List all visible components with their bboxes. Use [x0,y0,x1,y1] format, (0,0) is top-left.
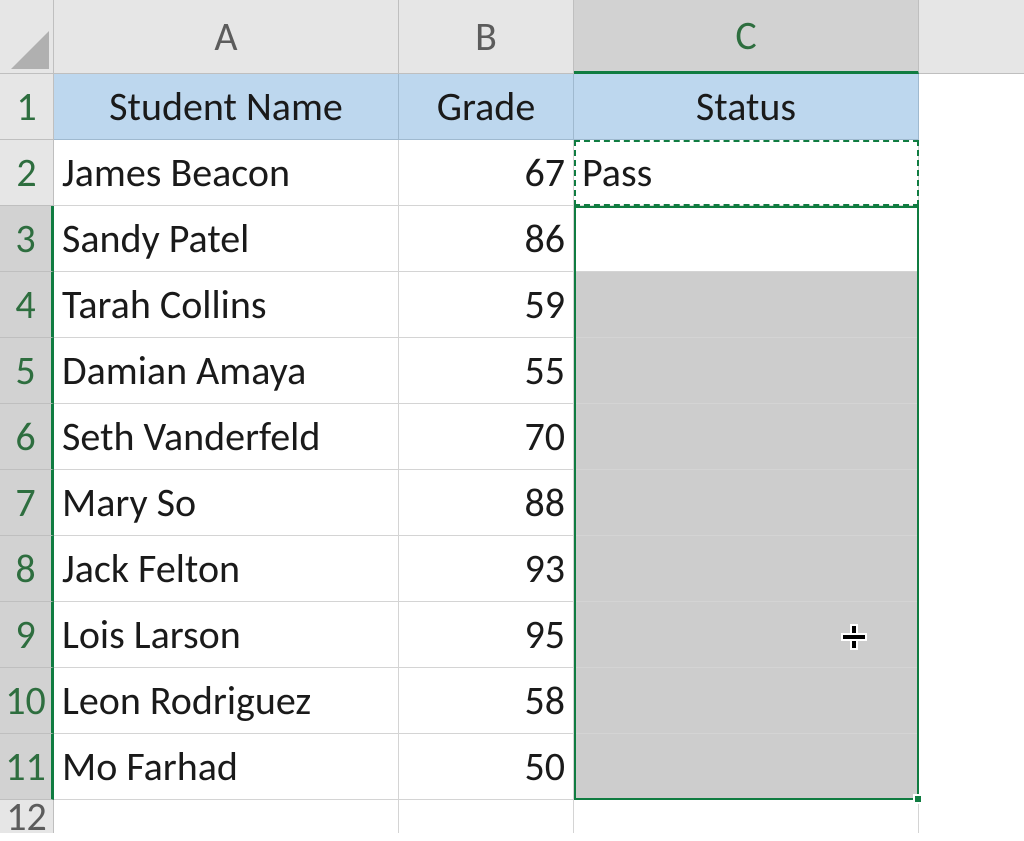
cell-c3[interactable] [574,206,919,272]
cell-b3[interactable]: 86 [399,206,574,272]
cell-a7[interactable]: Mary So [54,470,399,536]
cell-a10[interactable]: Leon Rodriguez [54,668,399,734]
header-cell-grade[interactable]: Grade [399,74,574,140]
cell-b10[interactable]: 58 [399,668,574,734]
col-header-d[interactable] [919,0,1024,74]
row-header-4[interactable]: 4 [0,272,54,338]
cell-a2[interactable]: James Beacon [54,140,399,206]
row-header-2[interactable]: 2 [0,140,54,206]
cell-c2[interactable]: Pass [574,140,919,206]
cell-a12[interactable] [54,800,399,833]
cell-b6[interactable]: 70 [399,404,574,470]
cell-a9[interactable]: Lois Larson [54,602,399,668]
row-header-9[interactable]: 9 [0,602,54,668]
col-header-c[interactable]: C [574,0,919,74]
row-header-11[interactable]: 11 [0,734,54,800]
row-header-1[interactable]: 1 [0,74,54,140]
col-header-b[interactable]: B [399,0,574,74]
cell-a4[interactable]: Tarah Collins [54,272,399,338]
cell-c11[interactable] [574,734,919,800]
cell-c5[interactable] [574,338,919,404]
cell-c4[interactable] [574,272,919,338]
cell-b5[interactable]: 55 [399,338,574,404]
cell-b7[interactable]: 88 [399,470,574,536]
row-header-5[interactable]: 5 [0,338,54,404]
row-header-12[interactable]: 12 [0,800,54,833]
row-header-10[interactable]: 10 [0,668,54,734]
cell-b9[interactable]: 95 [399,602,574,668]
row-header-7[interactable]: 7 [0,470,54,536]
row-header-8[interactable]: 8 [0,536,54,602]
header-cell-status[interactable]: Status [574,74,919,140]
cell-b11[interactable]: 50 [399,734,574,800]
cell-a5[interactable]: Damian Amaya [54,338,399,404]
cell-b12[interactable] [399,800,574,833]
cell-c7[interactable] [574,470,919,536]
select-all-corner[interactable] [0,0,54,74]
cell-b2[interactable]: 67 [399,140,574,206]
cell-c8[interactable] [574,536,919,602]
header-cell-student-name[interactable]: Student Name [54,74,399,140]
cell-c10[interactable] [574,668,919,734]
row-header-6[interactable]: 6 [0,404,54,470]
row-header-3[interactable]: 3 [0,206,54,272]
cell-c12[interactable] [574,800,919,833]
cell-a3[interactable]: Sandy Patel [54,206,399,272]
cell-a11[interactable]: Mo Farhad [54,734,399,800]
cell-b8[interactable]: 93 [399,536,574,602]
spreadsheet-grid[interactable]: A B C 1 2 3 4 5 6 7 8 9 10 11 12 Student… [0,0,1024,833]
col-header-a[interactable]: A [54,0,399,74]
cell-a8[interactable]: Jack Felton [54,536,399,602]
cell-c6[interactable] [574,404,919,470]
cell-a6[interactable]: Seth Vanderfeld [54,404,399,470]
cell-d-range[interactable] [919,74,1024,833]
cell-b4[interactable]: 59 [399,272,574,338]
cell-c9[interactable] [574,602,919,668]
